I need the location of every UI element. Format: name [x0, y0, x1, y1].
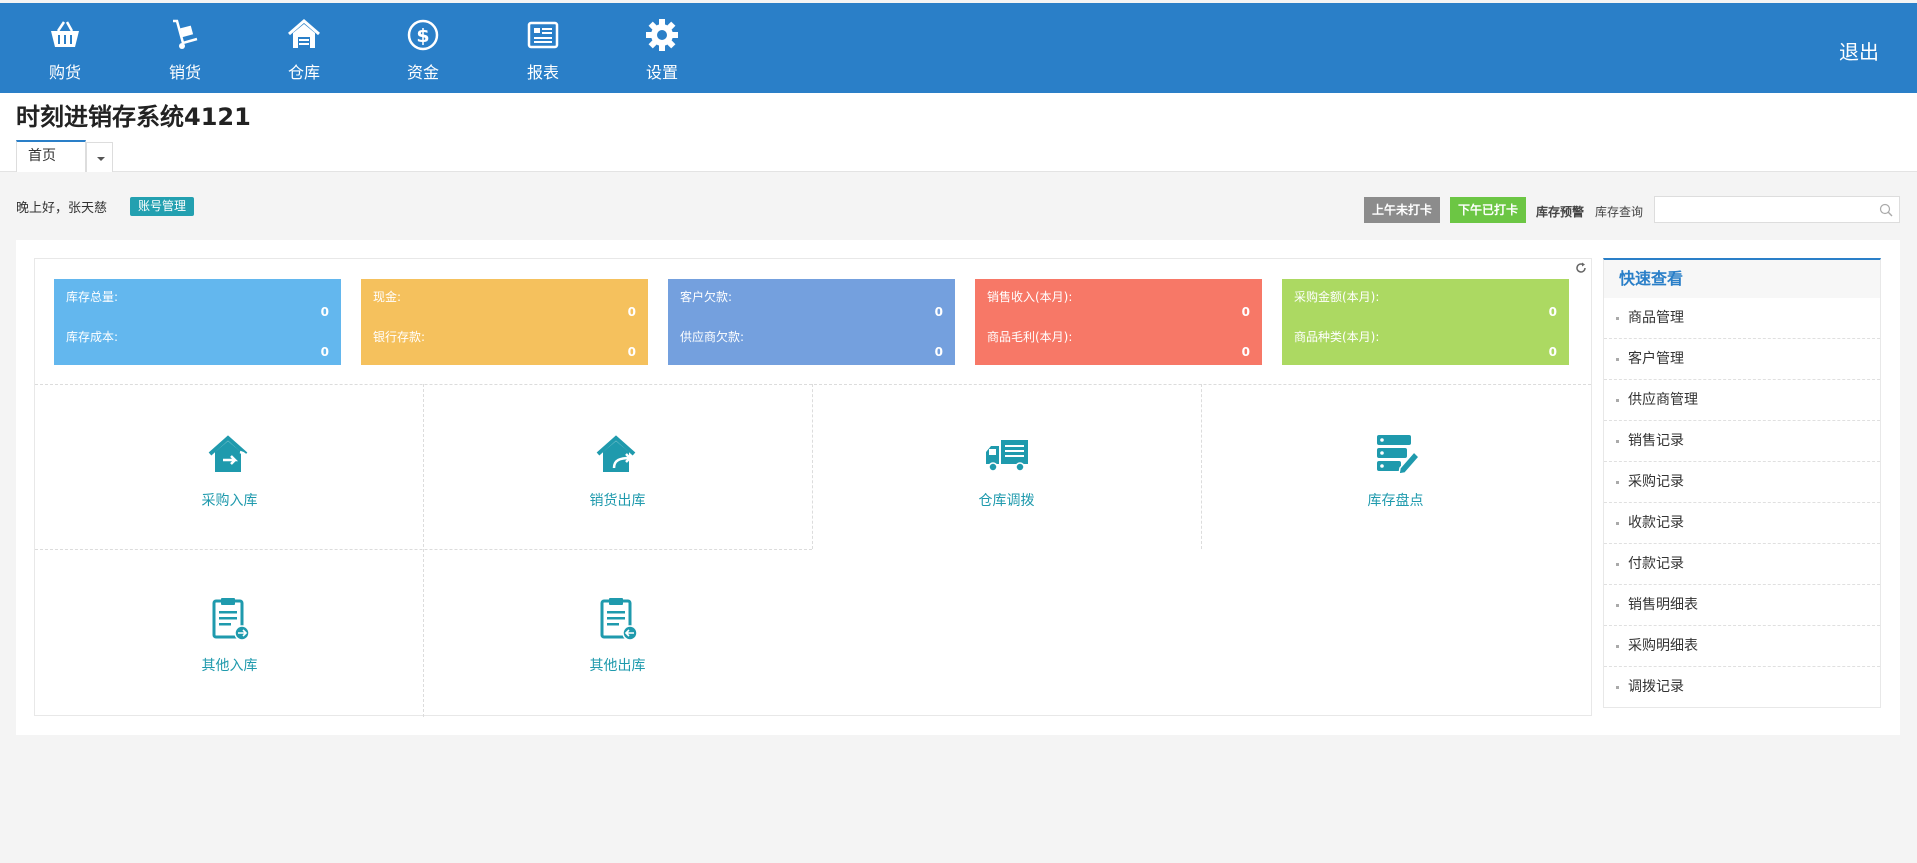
action-label: 库存盘点 — [1367, 493, 1424, 509]
stat-label: 商品种类(本月): — [1294, 330, 1380, 344]
other-in-icon — [212, 598, 250, 641]
handtruck-icon — [173, 19, 198, 49]
quick-item-transfer-records[interactable]: 调拨记录 — [1604, 667, 1880, 708]
stat-label: 库存成本: — [66, 330, 119, 344]
nav-item-settings[interactable]: 设置 — [612, 13, 712, 85]
stat-card-sales: 销售收入(本月): 0 商品毛利(本月): 0 — [975, 279, 1262, 365]
quick-item-suppliers[interactable]: 供应商管理 — [1604, 380, 1880, 421]
stat-label: 客户欠款: — [680, 290, 733, 304]
basket-icon — [51, 21, 79, 47]
dashboard-content: 库存总量: 0 库存成本: 0 现金: 0 银行存款: 0 客户欠款: 0 供应… — [34, 258, 1592, 717]
stat-label: 采购金额(本月): — [1294, 290, 1380, 304]
nav-label: 仓库 — [287, 63, 320, 82]
gear-icon — [646, 19, 678, 51]
account-manage-button[interactable]: 账号管理 — [130, 197, 195, 216]
quick-item-purchase-detail[interactable]: 采购明细表 — [1604, 626, 1880, 667]
action-purchase-in[interactable]: 采购入库 — [35, 384, 424, 549]
stat-card-cash: 现金: 0 银行存款: 0 — [361, 279, 648, 365]
other-out-icon — [600, 598, 638, 641]
stat-value: 0 — [1548, 345, 1557, 359]
stat-value: 0 — [934, 305, 943, 319]
nav-label: 报表 — [526, 63, 559, 82]
nav-item-warehouse[interactable]: 仓库 — [254, 13, 354, 85]
action-label: 其他入库 — [201, 658, 258, 674]
action-other-out[interactable]: 其他出库 — [423, 549, 812, 714]
svg-text:$: $ — [416, 25, 429, 47]
quick-look-panel: 快速查看 商品管理 客户管理 供应商管理 销售记录 采购记录 收款记录 付款记录… — [1603, 258, 1881, 708]
nav-label: 销货 — [168, 63, 201, 82]
action-inventory-check[interactable]: 库存盘点 — [1201, 384, 1590, 549]
stat-label: 现金: — [373, 290, 402, 304]
tab-dropdown-button[interactable] — [86, 142, 113, 172]
stat-label: 供应商欠款: — [680, 330, 745, 344]
stat-value: 0 — [1241, 345, 1250, 359]
punch-pm-button[interactable]: 下午已打卡 — [1450, 197, 1526, 223]
dollar-icon: $ — [407, 19, 439, 51]
action-label: 其他出库 — [589, 658, 646, 674]
quick-look-title: 快速查看 — [1604, 260, 1880, 298]
inventory-check-icon — [1376, 435, 1420, 475]
top-nav: 购货 销货 仓库 $ 资金 报表 设置 退出 — [0, 3, 1917, 93]
report-icon — [527, 21, 559, 49]
warehouse-icon — [288, 19, 320, 48]
action-warehouse-transfer[interactable]: 仓库调拨 — [812, 384, 1201, 549]
sales-out-icon — [596, 435, 635, 472]
greeting-text: 晚上好，张天慈 — [16, 201, 108, 216]
stat-value: 0 — [1548, 305, 1557, 319]
logout-link[interactable]: 退出 — [1839, 36, 1879, 65]
stat-value: 0 — [320, 305, 329, 319]
stat-card-debts: 客户欠款: 0 供应商欠款: 0 — [668, 279, 955, 365]
search-icon[interactable] — [1879, 203, 1893, 217]
nav-item-sales[interactable]: 销货 — [135, 13, 235, 85]
quick-item-customers[interactable]: 客户管理 — [1604, 339, 1880, 380]
stat-label: 销售收入(本月): — [987, 290, 1073, 304]
stock-search-box — [1654, 196, 1900, 223]
nav-label: 设置 — [645, 63, 678, 82]
action-other-in[interactable]: 其他入库 — [35, 549, 424, 714]
stat-value: 0 — [627, 345, 636, 359]
tab-home[interactable]: 首页 — [16, 140, 86, 172]
stat-card-inventory: 库存总量: 0 库存成本: 0 — [54, 279, 341, 365]
nav-label: 资金 — [406, 63, 439, 82]
punch-am-button[interactable]: 上午未打卡 — [1364, 197, 1440, 223]
nav-item-funds[interactable]: $ 资金 — [373, 13, 473, 85]
main-panel: 库存总量: 0 库存成本: 0 现金: 0 银行存款: 0 客户欠款: 0 供应… — [16, 240, 1900, 735]
stat-label: 库存总量: — [66, 290, 119, 304]
quick-item-sales-records[interactable]: 销售记录 — [1604, 421, 1880, 462]
stock-warning-link[interactable]: 库存预警 — [1536, 203, 1584, 220]
stat-value: 0 — [320, 345, 329, 359]
nav-item-purchase[interactable]: 购货 — [15, 13, 115, 85]
refresh-icon[interactable] — [1575, 262, 1587, 274]
action-label: 仓库调拨 — [978, 493, 1035, 509]
nav-label: 购货 — [48, 63, 81, 82]
quick-item-payment-records[interactable]: 付款记录 — [1604, 544, 1880, 585]
action-sales-out[interactable]: 销货出库 — [423, 384, 812, 549]
quick-item-products[interactable]: 商品管理 — [1604, 298, 1880, 339]
nav-item-reports[interactable]: 报表 — [493, 13, 593, 85]
stock-search-input[interactable] — [1655, 197, 1865, 222]
stat-value: 0 — [934, 345, 943, 359]
truck-icon — [985, 440, 1028, 472]
title-band: 时刻进销存系统4121 首页 — [0, 93, 1917, 172]
stat-value: 0 — [627, 305, 636, 319]
stat-label: 商品毛利(本月): — [987, 330, 1073, 344]
action-label: 采购入库 — [201, 493, 258, 509]
quick-item-receipt-records[interactable]: 收款记录 — [1604, 503, 1880, 544]
quick-item-purchase-records[interactable]: 采购记录 — [1604, 462, 1880, 503]
stat-label: 银行存款: — [373, 330, 426, 344]
stat-value: 0 — [1241, 305, 1250, 319]
quick-item-sales-detail[interactable]: 销售明细表 — [1604, 585, 1880, 626]
action-label: 销货出库 — [589, 493, 646, 509]
stat-card-purchase: 采购金额(本月): 0 商品种类(本月): 0 — [1282, 279, 1569, 365]
page-title: 时刻进销存系统4121 — [16, 103, 251, 131]
purchase-in-icon — [208, 435, 251, 473]
stock-query-label: 库存查询 — [1595, 205, 1644, 219]
